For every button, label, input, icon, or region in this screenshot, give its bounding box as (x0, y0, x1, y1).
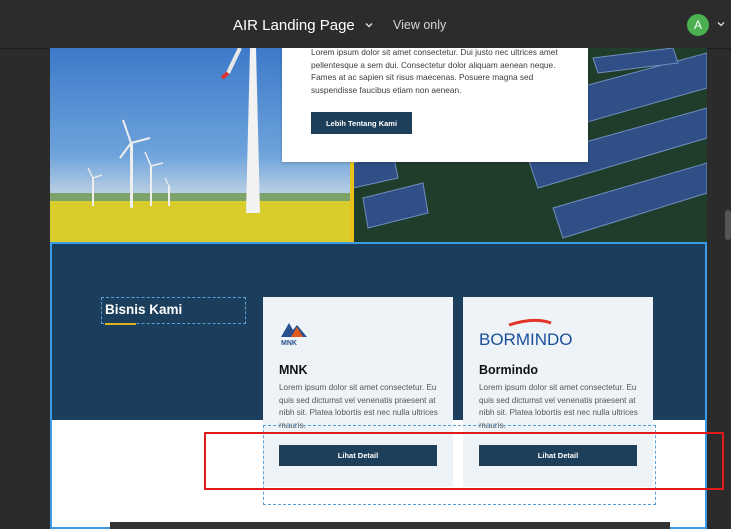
highlight-box (204, 432, 724, 490)
accent-divider (350, 148, 354, 242)
view-only-label: View only (393, 18, 447, 32)
about-button[interactable]: Lebih Tentang Kami (311, 112, 412, 134)
mnk-logo: MNK (281, 323, 307, 347)
chevron-down-icon[interactable] (363, 19, 375, 31)
bormindo-logo: BORMINDO (479, 318, 573, 349)
title-underline (105, 323, 136, 325)
business-title: Bisnis Kami (105, 302, 183, 317)
about-description: Lorem ipsum dolor sit amet consectetur. … (311, 48, 558, 95)
file-title-menu[interactable]: AIR Landing Page (233, 14, 375, 36)
card-title: MNK (279, 363, 308, 377)
scrollbar[interactable] (725, 210, 731, 240)
avatar[interactable]: A (687, 14, 709, 36)
file-title[interactable]: AIR Landing Page (233, 17, 355, 34)
top-bar: AIR Landing Page View only A (0, 0, 731, 49)
card-title: Bormindo (479, 363, 539, 377)
mnk-logo-text: MNK (281, 340, 297, 347)
business-title-frame[interactable]: Bisnis Kami (101, 297, 246, 325)
chevron-down-icon[interactable] (716, 19, 726, 29)
about-card: Lorem ipsum dolor sit amet consectetur. … (282, 48, 588, 162)
next-section-peek (110, 522, 670, 529)
bormindo-logo-text: BORMINDO (479, 330, 573, 349)
